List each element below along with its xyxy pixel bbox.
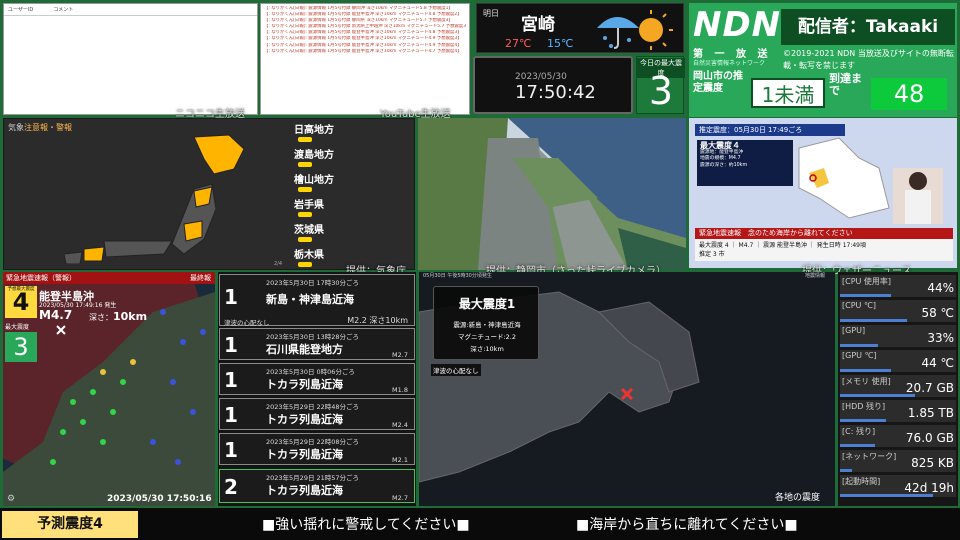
detail-card-line: マグニチュード:2.2 (457, 333, 517, 341)
stat-network: [ネットワーク] 825 KB (840, 450, 956, 472)
log-line: 【: なりかくん[日報]: 震源情報 1月5号付録 能登半島沖 深さ10km マ… (264, 42, 462, 48)
comment-header: ユーザーID コメント (4, 4, 257, 16)
copyright-text: ©2019-2021 NDN 当放送及びサイトの無断転載・転写を禁じます (783, 49, 954, 70)
stat-gpu-temp: [GPU ℃] 44 ℃ (840, 350, 956, 372)
arrival-label: 到達まで (829, 72, 862, 97)
eew-timestamp: 2023/05/30 17:50:16 (107, 494, 212, 504)
max-intensity-panel: 今日の最大震度 3 (636, 56, 685, 114)
clock-panel: 2023/05/30 17:50:42 (473, 56, 633, 114)
comment-panel: ユーザーID コメント (3, 3, 258, 115)
detail-map-brand: 地震情報 (804, 273, 825, 279)
japan-map (63, 134, 245, 264)
weather-high: 27℃ (505, 37, 532, 50)
pc-stats-panel: [CPU 使用率] 44% [CPU ℃] 58 ℃ [GPU] 33% [GPU ℃… (838, 272, 958, 506)
ndn-logo: NDN (693, 5, 782, 45)
settings-icon[interactable]: ⚙ (7, 494, 15, 504)
quake-history-list: 1 2023年5月30日 17時30分ごろ 新島・神津島近海 津波の心配なし M… (218, 272, 416, 506)
comment-user-col: ユーザーID (8, 7, 34, 13)
log-line: 【: なりかくん[日報]: 震源情報 1月5号付録 能登半島沖 深さ10km マ… (264, 48, 462, 54)
stat-hdd: [HDD 残り] 1.85 TB (840, 400, 956, 422)
stat-cpu-usage: [CPU 使用率] 44% (840, 275, 956, 297)
stat-memory: [メモリ 使用] 20.7 GB (840, 375, 956, 397)
news-ticker-msg: 念のため海岸から離れてください (748, 229, 853, 237)
alert-region: 岩手県 (294, 196, 374, 221)
news-info: 最大震度 4 ｜ M4.7 ｜ 震源 能登半島沖 ｜ 発生日時 17:49頃 推… (695, 239, 953, 261)
news-broadcast: 推定震度：05月30日 17:49ごろ 最大震度４ 震源地：能登半島沖 地震の規… (689, 118, 957, 268)
predicted-intensity-banner: 予測震度4 (2, 511, 138, 538)
stat-c-drive: [C: 残り] 76.0 GB (840, 425, 956, 447)
log-line: 【: なりかくん[日報]: 震源情報 1月5号付録 能登半島沖 深さ10km マ… (264, 36, 462, 42)
warning-message: ■海岸から直ちに離れてください■ (576, 517, 798, 533)
eew-bar: 緊急地震速報（警報） 最終報 (3, 272, 215, 284)
alert-region: 檜山地方 (294, 171, 374, 196)
quake-item[interactable]: 1 2023年5月30日 13時28分ごろ 石川県能登地方 M2.7 (219, 328, 415, 360)
stat-uptime: [起動時間] 42d 19h (840, 475, 956, 497)
alert-title-prefix: 気象 (8, 123, 24, 132)
alert-region: 日高地方 (294, 121, 374, 146)
ndn-header: NDN 配信者：Takaaki 第 一 放 送 自然災害情報ネットワーク ©20… (689, 3, 957, 117)
bottom-ticker: 予測震度4 ■強い揺れに警戒してください■ ■海岸から直ちに離れてください■ (0, 508, 960, 540)
alert-region-list: 日高地方 渡島地方 檜山地方 岩手県 茨城県 栃木県 (294, 121, 374, 271)
quake-item[interactable]: 1 2023年5月29日 22時48分ごろ トカラ列島近海 M2.4 (219, 398, 415, 430)
clock-date: 2023/05/30 (515, 72, 567, 82)
news-header: 推定震度：05月30日 17:49ごろ (695, 124, 845, 136)
estimated-intensity-value: 1未満 (751, 78, 825, 108)
detail-card-line: 深さ:10km (470, 345, 504, 353)
detail-map-footer: 各地の震度 (775, 493, 821, 503)
eew-depth: 深さ：10km (89, 310, 148, 323)
warning-message: ■強い揺れに警戒してください■ (262, 517, 470, 533)
detail-card-line: 震源:新島・神津島近海 (453, 321, 521, 329)
weather-day: 明日 (483, 9, 499, 18)
quake-item[interactable]: 2 2023年5月29日 21時57分ごろ トカラ列島近海 M2.7 (219, 469, 415, 503)
arrival-countdown: 48 (871, 78, 947, 110)
detail-tsunami: 津波の心配なし (431, 364, 481, 376)
eew-observed-intensity: 3 (5, 332, 37, 362)
news-card: 最大震度４ 震源地：能登半島沖 地震の規模：M4.7 震源の深さ：約10km (697, 140, 793, 186)
clock-time: 17:50:42 (515, 82, 596, 103)
alert-region: 渡島地方 (294, 146, 374, 171)
quake-detail-map: 05月30日 午後5時30分頃発生 地震情報 最大震度1 震源:新島・神津島近海… (419, 272, 835, 506)
eew-bar-text: 緊急地震速報（警報） (6, 274, 76, 282)
weather-alert-map: 気象注意報・警報 日高地方 渡島地方 檜山地方 岩手県 茨城県 栃木県 2/4 (3, 118, 415, 270)
max-intensity-value: 3 (648, 69, 674, 113)
eew-predicted-label: 予想最大震度 (7, 287, 35, 292)
streamer-name: 配信者：Takaaki (781, 9, 955, 45)
quake-item[interactable]: 1 2023年5月30日 17時30分ごろ 新島・神津島近海 津波の心配なし M… (219, 274, 415, 327)
stat-gpu: [GPU] 33% (840, 325, 956, 347)
news-footer: 推定 3 市 (699, 251, 725, 258)
highway-coast-image (418, 118, 686, 270)
detail-info-card: 最大震度1 震源:新島・神津島近海 マグニチュード:2.2 深さ:10km (433, 286, 539, 360)
live-camera-view (418, 118, 686, 270)
network-name: 自然災害情報ネットワーク (693, 60, 766, 67)
eew-map-panel: 緊急地震速報（警報） 最終報 4 予想最大震度 能登半島沖 2023/05/30 … (3, 272, 215, 506)
bot-log-panel: 【: なりかくん[日報]: 震源情報 1月5号付録 静岡沖 深さ10km マグニ… (260, 3, 470, 115)
detail-map-header: 05月30日 午後5時30分頃発生 (423, 273, 492, 279)
stat-cpu-temp: [CPU ℃] 58 ℃ (840, 300, 956, 322)
weather-low: 15℃ (547, 37, 574, 50)
news-card-line: 震源の深さ：約10km (700, 162, 748, 168)
news-ticker-label: 緊急地震速報 (699, 229, 741, 237)
alert-region: 茨城県 (294, 221, 374, 246)
eew-observed-label: 最大震度 (5, 324, 30, 331)
eew-magnitude: M4.7 (39, 308, 73, 322)
alert-map-page: 2/4 (274, 261, 283, 267)
detail-card-title: 最大震度1 (458, 297, 516, 311)
weather-city: 宮崎 (521, 15, 555, 35)
quake-item[interactable]: 1 2023年5月29日 22時08分ごろ トカラ列島近海 M2.1 (219, 433, 415, 465)
rain-sun-icon (597, 10, 673, 50)
eew-final: 最終報 (190, 274, 211, 282)
news-ticker: 緊急地震速報 念のため海岸から離れてください (695, 228, 953, 239)
news-info-line: 最大震度 4 ｜ M4.7 ｜ 震源 能登半島沖 ｜ 発生日時 17:49頃 (699, 242, 866, 249)
estimated-intensity-label: 岡山市の推定震度 (693, 71, 743, 94)
quake-item[interactable]: 1 2023年5月30日 0時06分ごろ トカラ列島近海 M1.8 (219, 363, 415, 395)
earthquake-broadcast-screen: ユーザーID コメント ニコニコ生放送 【: なりかくん[日報]: 震源情報 1… (0, 0, 960, 540)
comment-text-col: コメント (53, 7, 74, 13)
weather-panel: 明日 宮崎 27℃ 15℃ (476, 3, 684, 53)
